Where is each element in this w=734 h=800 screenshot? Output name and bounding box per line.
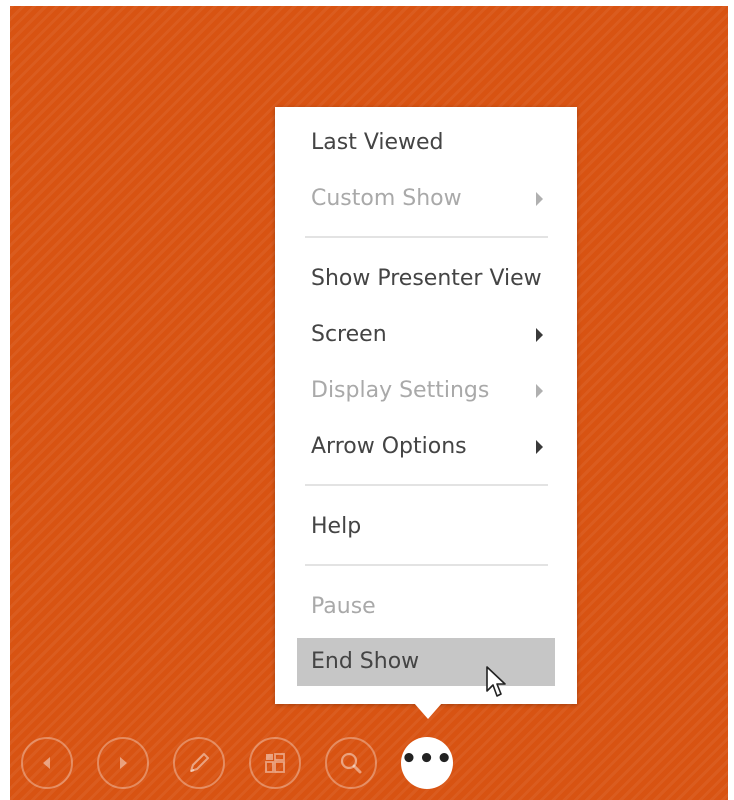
menu-item-label: Custom Show <box>311 186 462 211</box>
menu-item-label: Arrow Options <box>311 434 467 459</box>
menu-item-label: Show Presenter View <box>311 266 542 291</box>
menu-item-screen[interactable]: Screen <box>297 313 555 357</box>
menu-separator <box>305 236 548 238</box>
menu-item-last-viewed[interactable]: Last Viewed <box>297 121 555 165</box>
menu-item-pause[interactable]: Pause <box>297 585 555 629</box>
next-slide-button[interactable] <box>97 737 149 789</box>
menu-item-end-show[interactable]: End Show <box>297 638 555 686</box>
menu-item-label: Display Settings <box>311 378 490 403</box>
slideshow-context-menu: Last Viewed Custom Show Show Presenter V… <box>275 107 577 704</box>
menu-item-arrow-options[interactable]: Arrow Options <box>297 425 555 469</box>
previous-slide-button[interactable] <box>21 737 73 789</box>
menu-item-help[interactable]: Help <box>297 505 555 549</box>
pen-icon <box>190 753 209 772</box>
menu-item-custom-show[interactable]: Custom Show <box>297 177 555 221</box>
menu-item-label: End Show <box>311 649 420 674</box>
more-options-icon: ••• <box>400 744 454 774</box>
menu-separator <box>305 564 548 566</box>
menu-item-label: Screen <box>311 322 387 347</box>
menu-item-label: Last Viewed <box>311 130 444 155</box>
next-slide-icon <box>120 757 127 769</box>
menu-item-show-presenter-view[interactable]: Show Presenter View <box>297 257 555 301</box>
menu-item-label: Pause <box>311 594 376 619</box>
see-all-slides-button[interactable] <box>249 737 301 789</box>
submenu-arrow-icon <box>536 328 543 342</box>
more-options-button[interactable]: ••• <box>401 737 453 789</box>
zoom-icon <box>340 752 362 774</box>
mouse-pointer-icon <box>486 666 506 697</box>
menu-pointer-tail <box>414 703 442 719</box>
menu-separator <box>305 484 548 486</box>
see-all-slides-icon <box>265 753 285 773</box>
pen-tool-button[interactable] <box>173 737 225 789</box>
submenu-arrow-icon <box>536 440 543 454</box>
menu-item-label: Help <box>311 514 362 539</box>
slide-background: Last Viewed Custom Show Show Presenter V… <box>10 6 728 800</box>
submenu-arrow-icon <box>536 192 543 206</box>
menu-item-display-settings[interactable]: Display Settings <box>297 369 555 413</box>
previous-slide-icon <box>43 757 50 769</box>
submenu-arrow-icon <box>536 384 543 398</box>
zoom-button[interactable] <box>325 737 377 789</box>
